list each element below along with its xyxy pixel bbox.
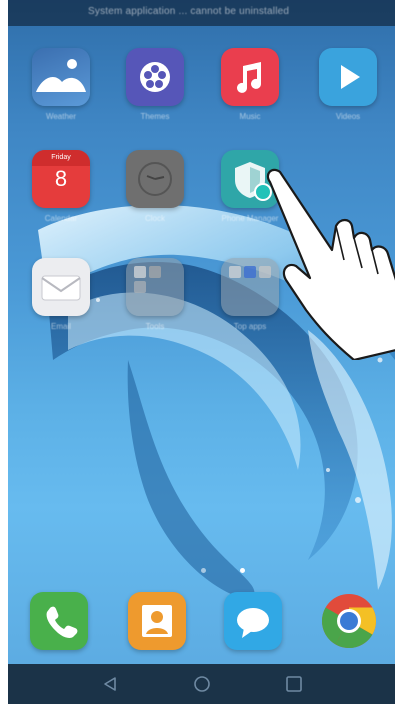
back-icon[interactable] bbox=[100, 674, 120, 694]
music-label: Music bbox=[239, 112, 261, 121]
email-app-icon[interactable] bbox=[32, 258, 90, 316]
status-notification-text: System application ... cannot be uninsta… bbox=[88, 6, 290, 17]
home-screen: System application ... cannot be uninsta… bbox=[8, 0, 395, 704]
navigation-bar bbox=[8, 664, 395, 704]
music-app-icon[interactable] bbox=[221, 48, 279, 106]
page-indicator bbox=[8, 568, 395, 576]
weather-app-icon[interactable] bbox=[32, 48, 90, 106]
music-icon bbox=[237, 62, 261, 93]
calendar-app-icon[interactable]: Friday 8 bbox=[32, 150, 90, 208]
calendar-label: Calendar bbox=[44, 214, 78, 223]
page-dot-1[interactable] bbox=[201, 568, 206, 573]
tools-folder-label: Tools bbox=[145, 322, 165, 331]
phone-app-icon[interactable] bbox=[30, 592, 88, 650]
chrome-icon bbox=[321, 594, 377, 649]
chrome-app-icon[interactable] bbox=[320, 592, 378, 650]
videos-app-icon[interactable] bbox=[319, 48, 377, 106]
weather-icon bbox=[36, 59, 86, 92]
tools-folder[interactable] bbox=[126, 258, 184, 316]
status-bar: System application ... cannot be uninsta… bbox=[8, 0, 395, 26]
messaging-app-icon[interactable] bbox=[224, 592, 282, 650]
folder-icon bbox=[134, 266, 161, 293]
calendar-day-number: 8 bbox=[54, 166, 68, 191]
email-icon bbox=[41, 275, 81, 301]
page-dot-2-active[interactable] bbox=[240, 568, 245, 573]
themes-app-icon[interactable] bbox=[126, 48, 184, 106]
themes-label: Themes bbox=[140, 112, 170, 121]
videos-label: Videos bbox=[335, 112, 361, 121]
contacts-app-icon[interactable] bbox=[128, 592, 186, 650]
weather-label: Weather bbox=[45, 112, 77, 121]
tap-gesture-hand-icon bbox=[266, 168, 395, 360]
contacts-icon bbox=[142, 605, 172, 637]
videos-icon bbox=[341, 65, 360, 89]
themes-icon bbox=[140, 62, 170, 92]
calendar-weekday: Friday bbox=[32, 150, 90, 166]
email-label: Email bbox=[50, 322, 71, 331]
home-icon[interactable] bbox=[192, 674, 212, 694]
recent-apps-icon[interactable] bbox=[284, 674, 304, 694]
phone-frame: System application ... cannot be uninsta… bbox=[0, 0, 395, 704]
clock-icon bbox=[138, 162, 172, 196]
clock-label: Clock bbox=[144, 214, 165, 223]
messaging-icon bbox=[237, 608, 269, 638]
phone-icon bbox=[46, 606, 78, 638]
clock-app-icon[interactable] bbox=[126, 150, 184, 208]
